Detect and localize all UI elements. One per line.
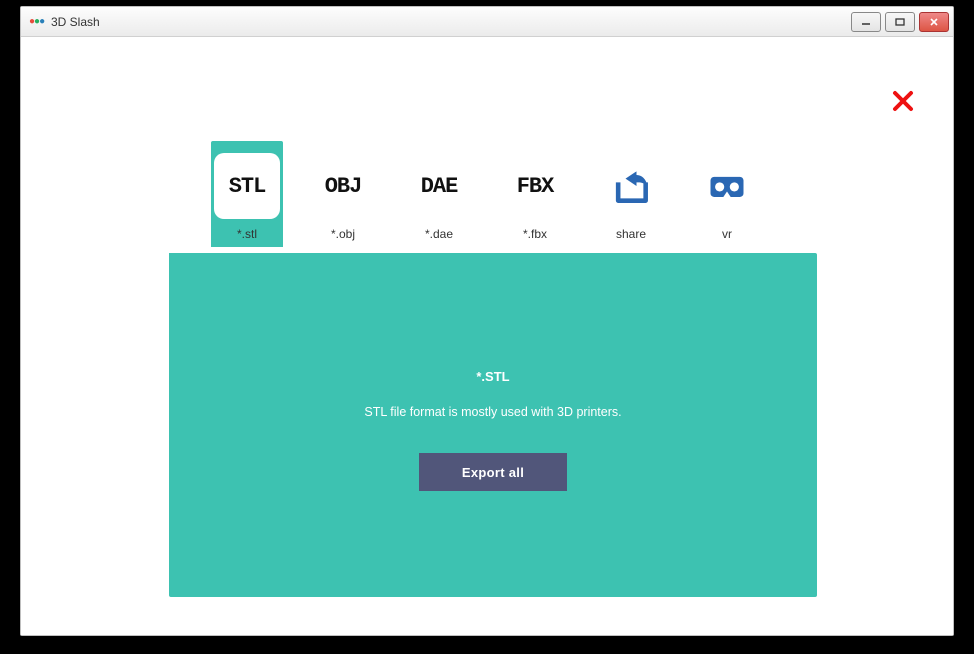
tab-label-fbx: *.fbx <box>523 227 547 241</box>
minimize-button[interactable] <box>851 12 881 32</box>
window-close-button[interactable] <box>919 12 949 32</box>
window-title: 3D Slash <box>51 15 100 29</box>
window-controls <box>851 12 949 32</box>
app-icon: ●●● <box>29 14 45 30</box>
app-window: ●●● 3D Slash STL <box>20 6 954 636</box>
obj-icon: OBJ <box>310 153 376 219</box>
dae-icon: DAE <box>406 153 472 219</box>
tab-label-vr: vr <box>722 227 732 241</box>
panel-description: STL file format is mostly used with 3D p… <box>169 405 817 419</box>
tab-label-obj: *.obj <box>331 227 355 241</box>
fbx-icon: FBX <box>502 153 568 219</box>
export-panel: *.STL STL file format is mostly used wit… <box>169 253 817 597</box>
tab-stl[interactable]: STL *.stl <box>211 141 283 247</box>
tab-label-stl: *.stl <box>237 227 257 241</box>
tab-fbx[interactable]: FBX *.fbx <box>499 141 571 247</box>
maximize-button[interactable] <box>885 12 915 32</box>
close-dialog-button[interactable] <box>887 85 919 117</box>
stl-icon: STL <box>214 153 280 219</box>
titlebar: ●●● 3D Slash <box>21 7 953 37</box>
tab-share[interactable]: share <box>595 141 667 247</box>
close-icon <box>891 89 915 113</box>
tab-dae[interactable]: DAE *.dae <box>403 141 475 247</box>
share-icon <box>598 153 664 219</box>
tab-label-dae: *.dae <box>425 227 453 241</box>
export-tabs: STL *.stl OBJ *.obj DAE *.dae FBX <box>21 141 953 247</box>
content-area: STL *.stl OBJ *.obj DAE *.dae FBX <box>21 37 953 635</box>
tab-vr[interactable]: vr <box>691 141 763 247</box>
export-all-button[interactable]: Export all <box>419 453 567 491</box>
tab-label-share: share <box>616 227 646 241</box>
vr-icon <box>694 153 760 219</box>
panel-title: *.STL <box>169 369 817 384</box>
tab-obj[interactable]: OBJ *.obj <box>307 141 379 247</box>
